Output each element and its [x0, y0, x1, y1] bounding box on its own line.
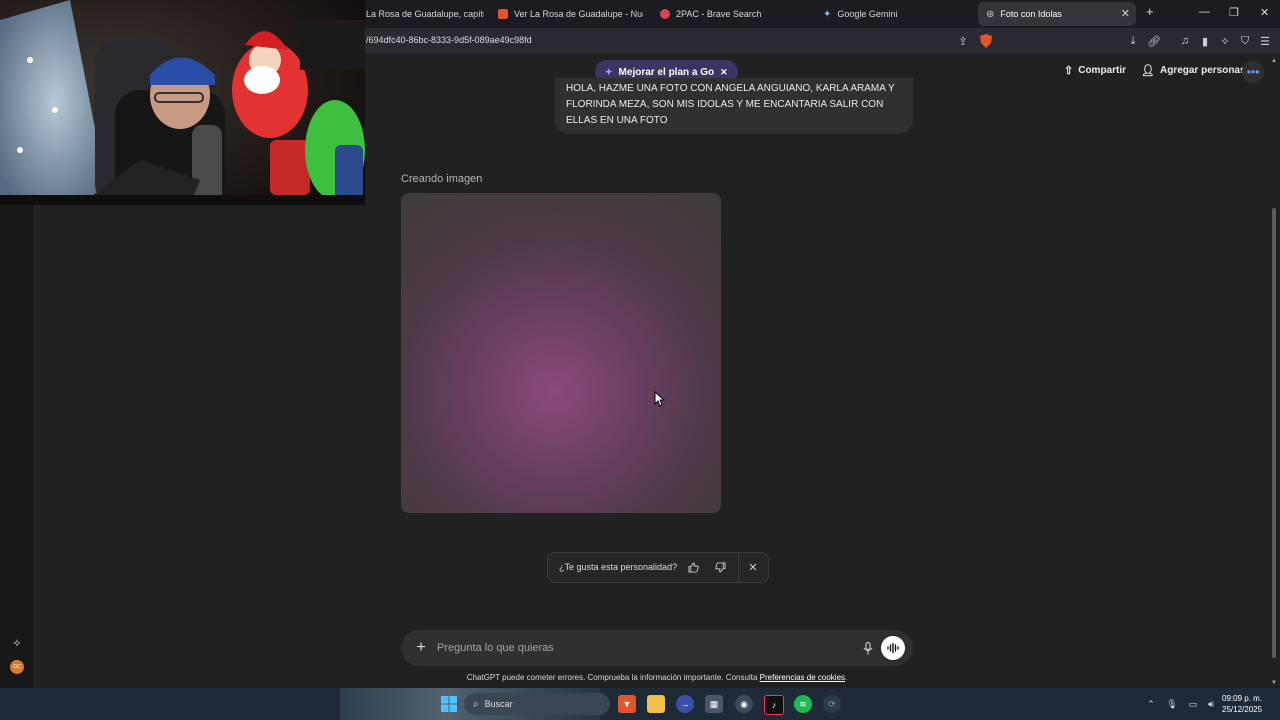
user-message-bubble: HOLA, HAZME UNA FOTO CON ANGELA ANGUIANO… [555, 78, 913, 134]
spotify-icon[interactable]: ≋ [794, 695, 812, 713]
search-icon: ⌕ [473, 698, 479, 710]
left-rail: ✧ GC [0, 204, 35, 688]
sparkle-icon[interactable]: ✧ [10, 636, 24, 650]
app-icon[interactable]: → [676, 695, 694, 713]
scrollbar[interactable]: ▲ ▼ [1271, 58, 1277, 686]
person-add-icon: 👤︎ [1141, 65, 1155, 77]
chatgpt-icon: ⊛ [986, 8, 995, 20]
tab-title: 2PAC - Brave Search [676, 9, 762, 19]
feedback-question: ¿Te gusta esta personalidad? [559, 562, 678, 572]
image-placeholder [401, 193, 721, 513]
music-icon[interactable]: ♫ [1177, 33, 1193, 49]
close-tab-icon[interactable]: ✕ [1121, 7, 1130, 20]
share-icon: ⇧ [1064, 65, 1074, 77]
restore-icon[interactable]: ❐ [1229, 6, 1239, 19]
leo-ai-icon[interactable]: ✧ [1217, 33, 1233, 49]
tab-brave-search[interactable]: 2PAC - Brave Search [660, 2, 810, 26]
microphone-icon[interactable] [859, 639, 877, 657]
tab-title: Google Gemini [837, 9, 898, 19]
composer: + [401, 630, 913, 666]
user-message-text: HOLA, HAZME UNA FOTO CON ANGELA ANGUIANO… [566, 83, 895, 126]
brave-shields-icon[interactable] [978, 33, 994, 49]
voice-mode-button[interactable] [881, 636, 905, 660]
add-people-button[interactable]: 👤︎ Agregar personas [1141, 64, 1246, 77]
windows-start-icon[interactable] [440, 695, 458, 713]
tab-title: Ver La Rosa de Guadalupe - Nuevos [514, 9, 643, 19]
new-tab-button[interactable]: + [1146, 4, 1154, 19]
scroll-up-icon[interactable]: ▲ [1271, 58, 1277, 64]
clock-date: 25/12/2025 [1222, 705, 1263, 714]
thumbs-down-icon[interactable] [712, 559, 728, 575]
brave-icon [660, 9, 670, 19]
disclaimer: ChatGPT puede cometer errores. Comprueba… [0, 673, 1280, 682]
system-clock[interactable]: 09:09 p. m. 25/12/2025 [1222, 693, 1262, 715]
scrollbar-thumb[interactable] [1272, 208, 1276, 658]
tiktok-icon[interactable]: ♪ [764, 695, 784, 715]
tab-foto-con-idolas[interactable]: ⊛ Foto con Idolas ✕ [978, 2, 1136, 26]
disclaimer-end: . [845, 673, 848, 682]
waveform-icon [887, 643, 899, 653]
gemini-icon: ✦ [823, 8, 832, 20]
thumbs-up-icon[interactable] [685, 559, 701, 575]
refresh-app-icon[interactable]: ⟳ [823, 695, 841, 713]
avatar[interactable]: GC [10, 660, 24, 674]
creating-image-status: Creando imagen [401, 173, 483, 185]
download-icon[interactable]: ⤓ [1125, 33, 1141, 49]
brave-browser-icon[interactable]: ▼ [618, 695, 636, 713]
prompt-input[interactable] [437, 640, 837, 656]
chevron-up-icon[interactable]: ⌃ [1142, 695, 1160, 713]
tab-title: La Rosa de Guadalupe, capítulo [366, 9, 484, 19]
stream-deck-icon[interactable]: ▦ [705, 695, 723, 713]
add-people-label: Agregar personas [1159, 65, 1246, 76]
volume-icon[interactable]: 🔊︎ [1202, 695, 1220, 713]
share-button[interactable]: ⇧ Compartir [1064, 64, 1126, 77]
divider [738, 553, 739, 582]
url-field[interactable]: /694dfc40-86bc-8333-9d5f-089ae49c98fd [366, 35, 532, 45]
sidebar-toggle-icon[interactable]: ▮ [1197, 33, 1213, 49]
taskbar [0, 688, 1280, 720]
close-icon[interactable]: ✕ [745, 559, 761, 575]
tab-ver-la-rosa[interactable]: Ver La Rosa de Guadalupe - Nuevos [498, 2, 643, 26]
cookie-preferences-link[interactable]: Preferencias de cookies [760, 673, 845, 682]
taskbar-search[interactable]: ⌕ Buscar [464, 693, 610, 715]
webcam-overlay [0, 0, 365, 205]
tab-la-rosa-capitulo[interactable]: La Rosa de Guadalupe, capítulo [366, 2, 484, 26]
minimize-icon[interactable]: — [1199, 6, 1210, 18]
monitor-icon[interactable]: ▭ [1184, 695, 1202, 713]
more-options-icon[interactable]: ••• [1242, 61, 1264, 83]
tab-title: Foto con Idolas [1000, 9, 1062, 19]
sparkle-icon: ✦ [605, 66, 613, 77]
menu-icon[interactable]: ☰ [1257, 33, 1273, 49]
link-icon[interactable]: 🔗︎ [1146, 33, 1162, 49]
obs-icon[interactable]: ◉ [735, 695, 753, 713]
share-page-icon[interactable]: ⇪ [955, 33, 971, 49]
mouse-cursor-icon [654, 391, 666, 407]
close-window-icon[interactable]: ✕ [1260, 6, 1269, 19]
scroll-down-icon[interactable]: ▼ [1271, 680, 1277, 686]
video-site-icon [498, 9, 508, 19]
tab-google-gemini[interactable]: ✦ Google Gemini [823, 2, 963, 26]
microphone-tray-icon[interactable]: 🎙︎ [1163, 695, 1181, 713]
search-label: Buscar [484, 699, 513, 709]
disclaimer-text: ChatGPT puede cometer errores. Comprueba… [466, 673, 758, 682]
close-icon[interactable]: ✕ [720, 67, 728, 78]
file-explorer-icon[interactable] [647, 695, 665, 713]
clock-time: 09:09 p. m. [1222, 694, 1263, 703]
upgrade-label: Mejorar el plan a Go [618, 66, 715, 78]
personality-feedback: ¿Te gusta esta personalidad? ✕ [547, 552, 769, 583]
vpn-icon[interactable]: ⛉ [1237, 33, 1253, 49]
share-label: Compartir [1078, 65, 1127, 76]
add-attachment-icon[interactable]: + [411, 638, 431, 658]
